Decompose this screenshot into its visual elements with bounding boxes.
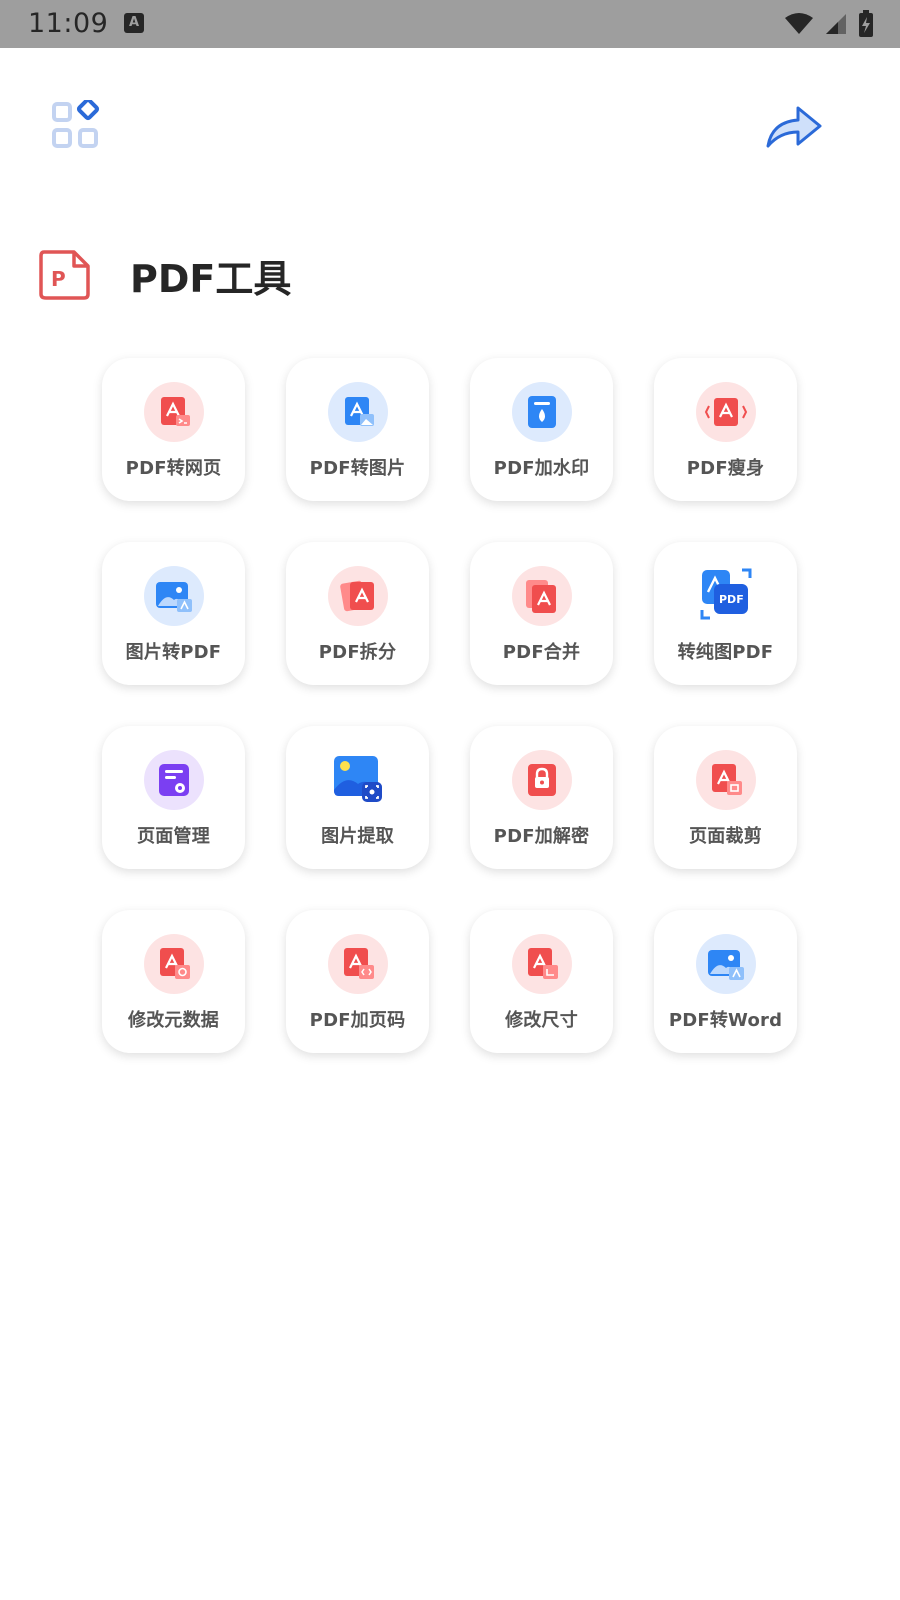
tool-label: PDF转Word: [668, 1010, 783, 1031]
pdf-watermark-icon: [511, 382, 572, 442]
signal-icon: [826, 14, 846, 34]
tool-edit-metadata[interactable]: 修改元数据: [102, 910, 245, 1053]
tool-resize[interactable]: 修改尺寸: [470, 910, 613, 1053]
pdf-compress-icon: [695, 382, 756, 442]
pdf-to-image-icon: [327, 382, 388, 442]
tool-label: PDF加解密: [493, 826, 590, 847]
tool-pdf-to-word[interactable]: PDF转Word: [654, 910, 797, 1053]
tool-image-to-pdf[interactable]: 图片转PDF: [102, 542, 245, 685]
battery-icon: [859, 10, 873, 37]
tool-pdf-split[interactable]: PDF拆分: [286, 542, 429, 685]
page-manage-icon: [143, 750, 204, 810]
tool-pdf-watermark[interactable]: PDF加水印: [470, 358, 613, 501]
pdf-to-word-icon: [695, 934, 756, 994]
tool-page-manage[interactable]: 页面管理: [102, 726, 245, 869]
tool-label: PDF合并: [502, 642, 581, 663]
tool-pdf-to-web[interactable]: PDF转网页: [102, 358, 245, 501]
grid-apps-icon[interactable]: [52, 97, 104, 152]
tool-grid: PDF转网页 PDF转图片 PDF加水印 PDF瘦身 图片转PDF PDF拆分 …: [102, 358, 797, 1053]
pdf-split-icon: [327, 566, 388, 626]
notification-icon: A: [124, 13, 144, 33]
tool-image-extract[interactable]: 图片提取: [286, 726, 429, 869]
tool-label: 页面裁剪: [689, 826, 762, 847]
tool-pdf-encrypt[interactable]: PDF加解密: [470, 726, 613, 869]
status-time: 11:09: [28, 8, 109, 39]
pdf-encrypt-icon: [511, 750, 572, 810]
share-arrow-icon[interactable]: [764, 100, 824, 152]
tool-label: 修改尺寸: [505, 1010, 578, 1031]
tool-label: 转纯图PDF: [677, 642, 774, 663]
tool-label: PDF拆分: [318, 642, 397, 663]
svg-text:PDF: PDF: [719, 593, 744, 606]
tool-label: PDF转图片: [309, 458, 406, 479]
tool-label: 页面管理: [137, 826, 210, 847]
svg-text:P: P: [51, 267, 66, 291]
tool-pdf-page-number[interactable]: PDF加页码: [286, 910, 429, 1053]
tool-pure-image-pdf[interactable]: PDF 转纯图PDF: [654, 542, 797, 685]
tool-label: 图片转PDF: [125, 642, 222, 663]
tool-label: PDF瘦身: [686, 458, 765, 479]
pdf-logo-icon: P: [39, 250, 90, 300]
section-header: P PDF工具: [38, 245, 291, 305]
tool-label: 修改元数据: [128, 1010, 219, 1031]
image-extract-icon: [333, 756, 382, 802]
status-indicators: [784, 10, 874, 38]
page-crop-icon: [695, 750, 756, 810]
status-bar: 11:09 A: [0, 0, 900, 48]
tool-label: PDF加水印: [493, 458, 590, 479]
tool-pdf-merge[interactable]: PDF合并: [470, 542, 613, 685]
image-to-pdf-icon: [143, 566, 204, 626]
tool-pdf-to-image[interactable]: PDF转图片: [286, 358, 429, 501]
section-title: PDF工具: [130, 256, 292, 301]
pdf-to-web-icon: [143, 382, 204, 442]
tool-label: 图片提取: [321, 826, 394, 847]
tool-label: PDF加页码: [309, 1010, 406, 1031]
tool-label: PDF转网页: [125, 458, 222, 479]
pdf-merge-icon: [511, 566, 572, 626]
tool-pdf-compress[interactable]: PDF瘦身: [654, 358, 797, 501]
pdf-page-number-icon: [327, 934, 388, 994]
edit-metadata-icon: [143, 934, 204, 994]
resize-icon: [511, 934, 572, 994]
pure-image-pdf-icon: PDF: [700, 568, 751, 620]
wifi-icon: [785, 13, 813, 34]
tool-page-crop[interactable]: 页面裁剪: [654, 726, 797, 869]
